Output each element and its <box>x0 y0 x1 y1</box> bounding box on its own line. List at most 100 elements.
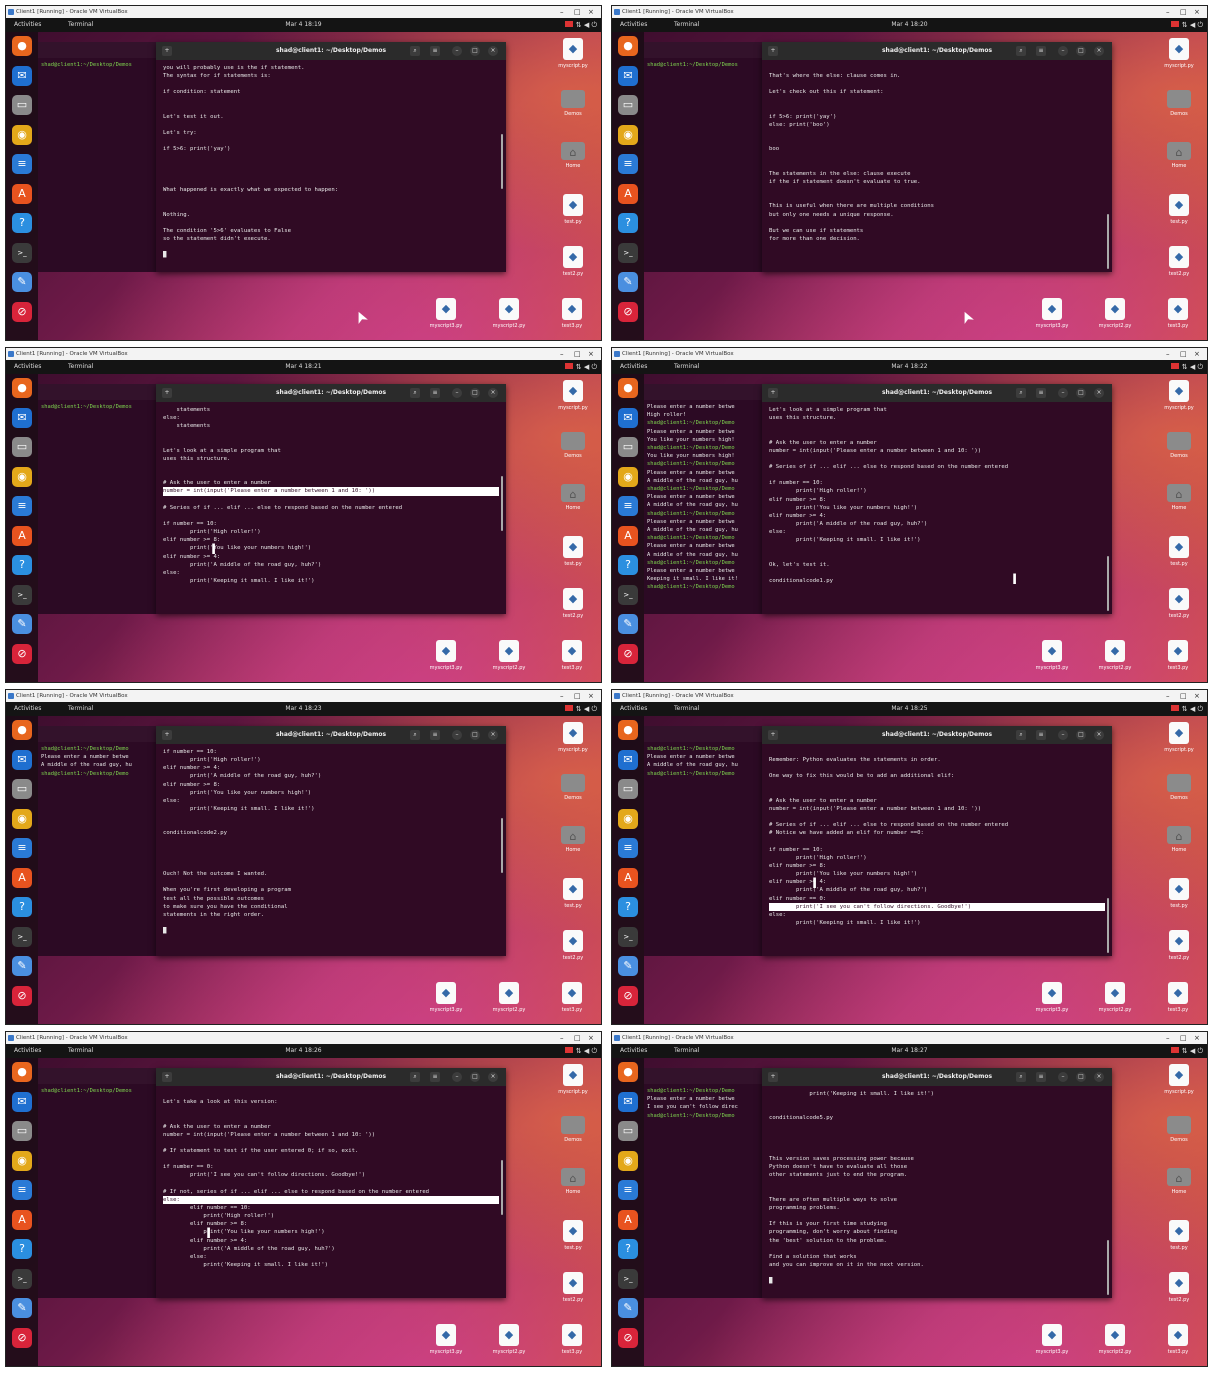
writer-icon[interactable]: ≡ <box>12 838 32 858</box>
rhythmbox-icon[interactable]: ◉ <box>618 124 638 145</box>
thunderbird-icon[interactable]: ✉ <box>12 749 32 770</box>
terminal-window[interactable]: + shad@client1: ~/Desktop/Demos ⌕ ≡ – □ × That'… <box>762 42 1112 272</box>
terminal-scrollbar[interactable] <box>1107 214 1109 269</box>
desktop-icon-demos[interactable]: Demos <box>553 774 593 801</box>
terminal-close-button[interactable]: × <box>488 388 498 398</box>
desktop-icon-demos[interactable]: Demos <box>553 432 593 459</box>
terminal-close-button[interactable]: × <box>488 46 498 56</box>
clock[interactable]: Mar 4 18:22 <box>612 360 1207 374</box>
writer-icon[interactable]: ≡ <box>12 154 32 174</box>
desktop-icon-test-py[interactable]: ◆ test.py <box>1159 1220 1199 1251</box>
desktop-icon-demos[interactable]: Demos <box>553 90 593 117</box>
desktop-icon-test-py[interactable]: ◆ test.py <box>1159 194 1199 225</box>
search-icon[interactable]: ⌕ <box>410 388 420 398</box>
help-icon[interactable]: ? <box>618 897 638 917</box>
desktop-icon-home[interactable]: ⌂ Home <box>553 484 593 511</box>
terminal-minimize-button[interactable]: – <box>452 1072 462 1082</box>
vm-minimize-button[interactable]: – <box>560 690 564 702</box>
desktop-icon-test-py[interactable]: ◆ test.py <box>553 194 593 225</box>
terminal-minimize-button[interactable]: – <box>1058 1072 1068 1082</box>
desktop-icon-myscript2-py[interactable]: ◆ myscript2.py <box>1095 1324 1135 1355</box>
software-icon[interactable]: A <box>618 183 638 204</box>
desktop-icon-myscript2-py[interactable]: ◆ myscript2.py <box>489 640 529 671</box>
desktop-icon-test-py[interactable]: ◆ test.py <box>1159 536 1199 567</box>
writer-icon[interactable]: ≡ <box>12 496 32 516</box>
writer-icon[interactable]: ≡ <box>12 1180 32 1200</box>
software-icon[interactable]: A <box>618 867 638 888</box>
terminal-window[interactable]: + shad@client1: ~/Desktop/Demos ⌕ ≡ – □ × prin… <box>762 1068 1112 1298</box>
terminal-minimize-button[interactable]: – <box>452 46 462 56</box>
vm-minimize-button[interactable]: – <box>1166 1032 1170 1044</box>
search-icon[interactable]: ⌕ <box>410 730 420 740</box>
thunderbird-icon[interactable]: ✉ <box>12 1091 32 1112</box>
desktop-icon-home[interactable]: ⌂ Home <box>553 1168 593 1195</box>
system-tray[interactable]: ⇅ ◀ ⏻ <box>564 362 597 372</box>
vm-minimize-button[interactable]: – <box>1166 690 1170 702</box>
vm-maximize-button[interactable]: □ <box>1180 6 1187 18</box>
terminal-scrollbar[interactable] <box>1107 556 1109 611</box>
vm-close-button[interactable]: × <box>588 348 594 360</box>
terminal-window[interactable]: + shad@client1: ~/Desktop/Demos ⌕ ≡ – □ × stat… <box>156 384 506 614</box>
thunderbird-icon[interactable]: ✉ <box>618 65 638 86</box>
files-icon[interactable]: ▭ <box>618 95 638 115</box>
search-icon[interactable]: ⌕ <box>1016 46 1026 56</box>
background-terminal-window[interactable]: shad@client1:~/Desktop/Demo Please enter … <box>644 1068 769 1298</box>
terminal-scrollbar[interactable] <box>1107 1240 1109 1295</box>
terminal-maximize-button[interactable]: □ <box>1076 388 1086 398</box>
terminal-minimize-button[interactable]: – <box>1058 388 1068 398</box>
vm-minimize-button[interactable]: – <box>560 6 564 18</box>
search-icon[interactable]: ⌕ <box>1016 1072 1026 1082</box>
terminal-output[interactable]: Remember: Python evaluates the statement… <box>762 748 1112 953</box>
writer-icon[interactable]: ≡ <box>618 1180 638 1200</box>
thunderbird-icon[interactable]: ✉ <box>12 65 32 86</box>
trash-icon[interactable]: ⊘ <box>618 301 638 322</box>
thunderbird-icon[interactable]: ✉ <box>618 407 638 428</box>
text-editor-icon[interactable]: ✎ <box>12 1298 32 1318</box>
terminal-scrollbar[interactable] <box>501 134 503 189</box>
vm-close-button[interactable]: × <box>1194 348 1200 360</box>
terminal-icon[interactable]: >_ <box>12 584 32 605</box>
desktop-icon-test3-py[interactable]: ◆ test3.py <box>552 1324 592 1355</box>
desktop-icon-myscript2-py[interactable]: ◆ myscript2.py <box>1095 982 1135 1013</box>
text-editor-icon[interactable]: ✎ <box>12 956 32 976</box>
terminal-icon[interactable]: >_ <box>12 242 32 263</box>
vm-maximize-button[interactable]: □ <box>574 6 581 18</box>
vm-maximize-button[interactable]: □ <box>574 1032 581 1044</box>
files-icon[interactable]: ▭ <box>12 779 32 799</box>
background-terminal-window[interactable]: shad@client1:~/Desktop/Demos <box>38 1068 163 1298</box>
help-icon[interactable]: ? <box>12 213 32 233</box>
vm-close-button[interactable]: × <box>588 1032 594 1044</box>
rhythmbox-icon[interactable]: ◉ <box>618 808 638 829</box>
trash-icon[interactable]: ⊘ <box>12 643 32 664</box>
desktop-icon-myscript2-py[interactable]: ◆ myscript2.py <box>489 1324 529 1355</box>
files-icon[interactable]: ▭ <box>618 1121 638 1141</box>
desktop-icon-test2-py[interactable]: ◆ test2.py <box>553 246 593 277</box>
files-icon[interactable]: ▭ <box>618 437 638 457</box>
desktop-icon-test2-py[interactable]: ◆ test2.py <box>1159 1272 1199 1303</box>
terminal-minimize-button[interactable]: – <box>1058 730 1068 740</box>
trash-icon[interactable]: ⊘ <box>618 643 638 664</box>
terminal-close-button[interactable]: × <box>1094 1072 1104 1082</box>
trash-icon[interactable]: ⊘ <box>618 1327 638 1348</box>
software-icon[interactable]: A <box>12 867 32 888</box>
clock[interactable]: Mar 4 18:27 <box>612 1044 1207 1058</box>
desktop-icon-test3-py[interactable]: ◆ test3.py <box>1158 1324 1198 1355</box>
help-icon[interactable]: ? <box>618 213 638 233</box>
desktop-icon-myscript2-py[interactable]: ◆ myscript2.py <box>1095 640 1135 671</box>
terminal-icon[interactable]: >_ <box>618 1268 638 1289</box>
files-icon[interactable]: ▭ <box>12 1121 32 1141</box>
desktop-icon-test3-py[interactable]: ◆ test3.py <box>1158 298 1198 329</box>
desktop-icon-home[interactable]: ⌂ Home <box>1159 1168 1199 1195</box>
help-icon[interactable]: ? <box>618 555 638 575</box>
help-icon[interactable]: ? <box>618 1239 638 1259</box>
trash-icon[interactable]: ⊘ <box>618 985 638 1006</box>
desktop-icon-myscript-py[interactable]: ◆ myscript.py <box>553 380 593 411</box>
terminal-minimize-button[interactable]: – <box>1058 46 1068 56</box>
desktop-icon-demos[interactable]: Demos <box>553 1116 593 1143</box>
desktop-icon-demos[interactable]: Demos <box>1159 774 1199 801</box>
desktop-icon-test2-py[interactable]: ◆ test2.py <box>1159 930 1199 961</box>
firefox-icon[interactable]: ● <box>618 36 638 56</box>
terminal-maximize-button[interactable]: □ <box>470 46 480 56</box>
desktop-icon-test2-py[interactable]: ◆ test2.py <box>1159 588 1199 619</box>
desktop-icon-test-py[interactable]: ◆ test.py <box>1159 878 1199 909</box>
